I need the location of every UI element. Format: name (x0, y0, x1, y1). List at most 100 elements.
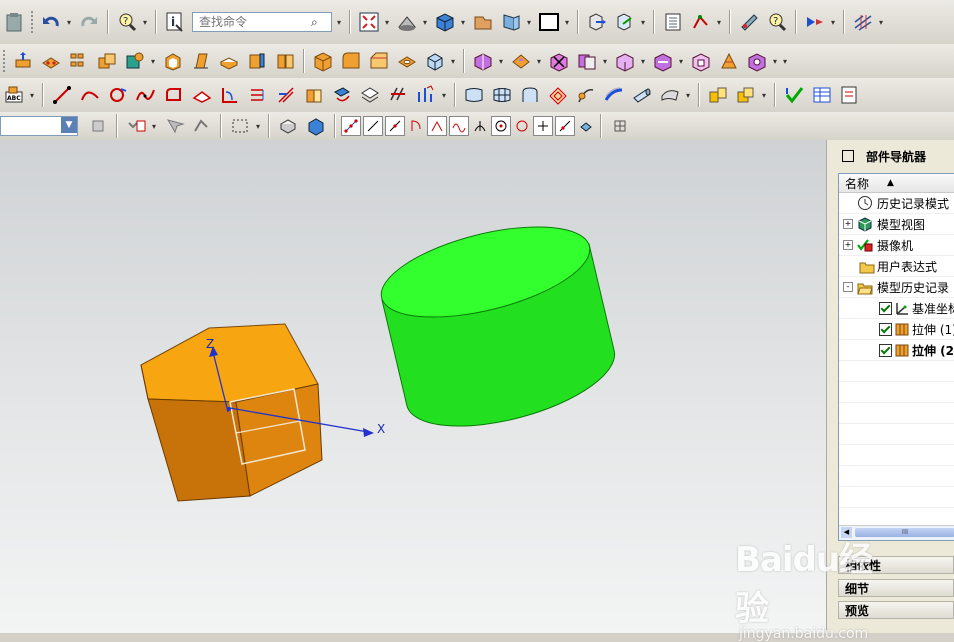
orient-dropdown-icon[interactable]: ▾ (459, 18, 467, 27)
measure-dropdown-icon[interactable]: ▾ (715, 18, 723, 27)
orient-view-icon[interactable] (433, 10, 457, 34)
sort-ascending-icon[interactable]: ▲ (887, 178, 894, 188)
snap-view-icon[interactable] (803, 10, 827, 34)
pattern-feature-icon[interactable] (67, 49, 91, 73)
through-curves-icon[interactable] (462, 83, 486, 107)
command-search-field[interactable]: ⌕ (192, 12, 332, 32)
toolbar-grip[interactable] (2, 49, 6, 73)
add-component-icon[interactable] (734, 83, 758, 107)
scroll-left-icon[interactable]: ◀ (841, 527, 852, 538)
cylinder-body[interactable] (372, 209, 616, 427)
details-panel-header[interactable]: 细节 (838, 579, 954, 597)
tree-item-model-views[interactable]: + 模型视图 (839, 214, 954, 235)
bridge-curve-icon[interactable] (218, 83, 242, 107)
pull-face-icon[interactable] (509, 49, 533, 73)
render-style-icon[interactable] (395, 10, 419, 34)
navigator-title-bar[interactable]: 部件导航器 (827, 140, 954, 172)
snap-line-icon[interactable] (363, 116, 383, 136)
hole-icon[interactable] (395, 49, 419, 73)
type-filter-select[interactable]: ▼ (0, 116, 78, 136)
snap-view-dropdown-icon[interactable]: ▾ (829, 18, 837, 27)
grid-snap-icon[interactable] (608, 114, 632, 138)
snap-point-on-face-icon[interactable] (577, 117, 595, 135)
snap-intersection-icon[interactable] (427, 116, 447, 136)
split-body-icon[interactable] (273, 49, 297, 73)
report-icon[interactable] (838, 83, 862, 107)
tree-item-cameras[interactable]: + 摄像机 (839, 235, 954, 256)
navigator-toggle-icon[interactable] (842, 150, 854, 162)
label-notch-icon[interactable] (745, 49, 769, 73)
cross-section-icon[interactable] (717, 49, 741, 73)
swept-icon[interactable] (574, 83, 598, 107)
fit-view-icon[interactable] (357, 10, 381, 34)
snap-quadrant-icon[interactable] (513, 117, 531, 135)
wcs-origin-icon[interactable] (585, 10, 609, 34)
block-icon[interactable] (311, 49, 335, 73)
table-icon[interactable] (810, 83, 834, 107)
help-icon[interactable]: ? (765, 10, 789, 34)
snap-existing-point-icon[interactable] (533, 116, 553, 136)
extrude-tool-icon[interactable] (11, 49, 35, 73)
preview-panel-header[interactable]: 预览 (838, 601, 954, 619)
selection-scope-icon[interactable] (86, 114, 110, 138)
offset-face-icon[interactable] (217, 49, 241, 73)
edge-blend-icon[interactable] (339, 49, 363, 73)
collapse-icon[interactable]: - (843, 282, 853, 292)
subtract-icon[interactable] (123, 49, 147, 73)
grid-dropdown-icon[interactable]: ▾ (877, 18, 885, 27)
studio-surface-icon[interactable] (518, 83, 542, 107)
snap-arc-center-icon[interactable] (471, 117, 489, 135)
snap-circle-center-icon[interactable] (491, 116, 511, 136)
circle-tangent-icon[interactable] (106, 83, 130, 107)
thicken-icon[interactable] (245, 49, 269, 73)
render-dropdown-icon[interactable]: ▾ (421, 18, 429, 27)
expand-icon[interactable]: + (843, 240, 853, 250)
boolean-dropdown-icon[interactable]: ▾ (149, 57, 157, 66)
select-body-icon[interactable] (304, 114, 328, 138)
offset-region-icon[interactable] (689, 49, 713, 73)
command-search-input[interactable] (197, 14, 311, 30)
assembly-icon[interactable] (706, 83, 730, 107)
dependencies-panel-header[interactable]: 相依性 (838, 556, 954, 574)
shell-icon[interactable] (161, 49, 185, 73)
tree-item-model-history[interactable]: - 模型历史记录 (839, 277, 954, 298)
delete-face-icon[interactable] (547, 49, 571, 73)
offset-curve-icon[interactable] (190, 83, 214, 107)
part-navigator-tree[interactable]: 名称 ▲ 历史记录模式 + 模型视图 + 摄像机 用户表达式 - 模型历史记录 (838, 173, 954, 541)
background-dropdown-icon[interactable]: ▾ (563, 18, 571, 27)
assembly-dropdown-icon[interactable]: ▾ (760, 91, 768, 100)
visibility-checkbox[interactable] (879, 323, 892, 336)
draft-icon[interactable] (189, 49, 213, 73)
n-sided-surface-icon[interactable] (546, 83, 570, 107)
undo-icon[interactable] (39, 10, 63, 34)
help-dropdown-icon[interactable]: ▾ (141, 18, 149, 27)
tree-item-extrude-2[interactable]: 拉伸 (2 (839, 340, 954, 361)
tube-icon[interactable] (630, 83, 654, 107)
snap-control-point-icon[interactable] (407, 117, 425, 135)
rectangle-select-dropdown-icon[interactable]: ▾ (254, 122, 262, 131)
column-header-name[interactable]: 名称 ▲ (839, 174, 954, 193)
ruled-icon[interactable] (658, 83, 682, 107)
undo-dropdown-icon[interactable]: ▾ (65, 18, 73, 27)
surface-dropdown-icon[interactable]: ▾ (684, 91, 692, 100)
select-all-icon[interactable] (190, 114, 214, 138)
selection-dropdown-icon[interactable]: ▾ (150, 122, 158, 131)
wcs-dynamics-icon[interactable] (613, 10, 637, 34)
measure-icon[interactable] (689, 10, 713, 34)
grid-icon[interactable] (851, 10, 875, 34)
pattern-face-icon[interactable] (39, 49, 63, 73)
visibility-checkbox[interactable] (879, 302, 892, 315)
help-search-icon[interactable]: ? (115, 10, 139, 34)
through-mesh-icon[interactable] (490, 83, 514, 107)
tree-item-user-expressions[interactable]: 用户表达式 (839, 256, 954, 277)
graphics-viewport[interactable]: Z X (0, 140, 826, 633)
move-face-icon[interactable] (471, 49, 495, 73)
prism-right-face[interactable] (235, 383, 323, 497)
isoparametric-icon[interactable] (386, 83, 410, 107)
wcs-dropdown-icon[interactable]: ▾ (639, 18, 647, 27)
fit-dropdown-icon[interactable]: ▾ (383, 18, 391, 27)
tree-item-extrude-1[interactable]: 拉伸 (1) (839, 319, 954, 340)
sphere-icon[interactable] (423, 49, 447, 73)
general-selection-icon[interactable] (124, 114, 148, 138)
scrollbar-thumb[interactable]: III (855, 528, 954, 537)
